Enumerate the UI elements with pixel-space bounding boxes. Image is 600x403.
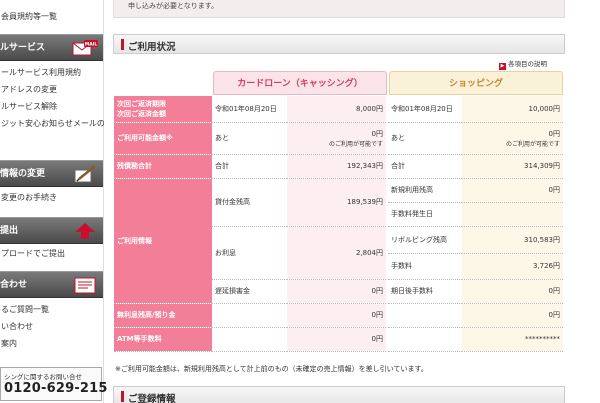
sidebar-section-title: 合わせ [0,280,28,290]
shop-due-amount: 10,000円 [462,96,563,123]
arrow-right-icon: ▶ [499,63,506,70]
shop-overdue-label: 期日後手数料 [386,279,462,304]
row-header-interest-free: 無利息残高/預り金 [114,303,212,328]
sidebar-link-guide[interactable]: 案内 [0,335,104,352]
shop-revolving-label: リボルビング残高 [386,226,462,254]
sidebar: 会員規約等一覧 ルサービス MAIL ールサービス利用規約 アドレスの変更 ルサ… [0,0,107,403]
main-content: 申し込みが必要となります。 ご利用状況 ▶ 各項目の説明 カードローン（キャッシン… [113,0,565,403]
registration-title: ご登録情報 [128,394,176,403]
loan-interest-free-empty [212,303,287,328]
loan-available-note: のご利用が可能です [328,140,383,148]
shop-fee-date-label: 手数料発生日 [386,202,462,227]
sidebar-link-mail-cancel[interactable]: ルサービス解除 [0,98,104,115]
contact-label: シングに関するお問い合せ [4,373,82,381]
table-row-balance: 残債務合計 合計 192,343円 合計 314,309円 [114,154,563,179]
shop-atm-value: ********** [462,327,563,352]
sidebar-link-faq[interactable]: るご質問一覧 [0,301,104,318]
row-header-due: 次回ご返済期限 次回ご返済金額 [114,96,212,123]
upload-icon [75,223,95,239]
shop-fee-value: 3,726円 [462,253,563,280]
sidebar-section-title: 情報の変更 [0,169,46,179]
shop-revolving-value: 310,583円 [462,226,563,254]
loan-interest-free-value: 0円 [287,303,387,328]
shop-available-cell: 0円 のご利用が可能です [462,122,563,155]
loan-late-value: 0円 [287,279,387,304]
sidebar-link-change-procedure[interactable]: 変更のお手続き [0,189,104,206]
shop-fee-label: 手数料 [386,253,462,280]
sidebar-section-title: 提出 [0,226,19,236]
table-row-due: 次回ご返済期限 次回ご返済金額 令和01年08月20日 8,000円 令和01年… [114,96,563,123]
shopping-column-header: ショッピング [389,71,563,95]
contact-phone[interactable]: 0120-629-215 [1,381,107,396]
sidebar-link-mail-terms[interactable]: ールサービス利用規約 [0,64,104,81]
usage-title: ご利用状況 [128,42,176,53]
table-row-available: ご利用可能金額※ あと 0円 のご利用が可能です あと 0円 のご利用が可能です [114,122,563,155]
shop-available-note: のご利用が可能です [505,140,560,148]
loan-available-amount: 0円 [371,129,383,138]
loan-late-label: 遅延損害金 [212,279,287,304]
footnote: ※ご利用可能金額は、新規利用残高として計上前のもの（未確定の売上情報）を差し引い… [115,365,428,373]
table-row-info: ご利用情報 貸付金残高 189,539円 新規利用残高 0円 [114,178,563,304]
loan-due-amount: 8,000円 [287,96,387,123]
usage-section-header: ご利用状況 [113,34,565,54]
sidebar-link-security-mail[interactable]: ジット安心お知らせメールの [0,115,104,132]
loan-atm-empty [212,327,287,352]
heading-marker [121,391,124,402]
shop-balance-value: 314,309円 [462,154,563,179]
sidebar-link-contact[interactable]: い合わせ [0,318,104,335]
loan-due-date: 令和01年08月20日 [212,96,287,123]
registration-section-header: ご登録情報 [113,386,565,403]
loan-principal-value: 189,539円 [287,178,387,227]
shop-interest-free-empty [386,303,462,328]
pen-icon [74,165,96,183]
mail-badge: MAIL [85,42,98,48]
shop-balance-label: 合計 [386,154,462,179]
sidebar-section-inquiry[interactable]: 合わせ [0,271,103,298]
loan-principal-label: 貸付金残高 [212,178,287,227]
explain-link[interactable]: ▶ 各項目の説明 [499,58,547,70]
table-row-atm: ATM等手数料 0円 ********** [114,327,563,352]
sidebar-section-title: ルサービス [0,43,46,53]
loan-available-label: あと [212,122,287,155]
sidebar-section-mail[interactable]: ルサービス MAIL [0,34,103,61]
loan-balance-value: 192,343円 [287,154,387,179]
sidebar-link-address-change[interactable]: アドレスの変更 [0,81,104,98]
row-header-available: ご利用可能金額※ [114,122,212,155]
shop-interest-free-value: 0円 [462,303,563,328]
sidebar-link-terms[interactable]: 会員規約等一覧 [0,8,104,25]
row-header-info: ご利用情報 [114,178,212,304]
row-header-balance: 残債務合計 [114,154,212,179]
shop-new-value: 0円 [462,178,563,203]
top-note: 申し込みが必要となります。 [113,0,565,18]
loan-available-cell: 0円 のご利用が可能です [287,122,387,155]
shop-due-date: 令和01年08月20日 [386,96,462,123]
loan-column-header: カードローン（キャッシング） [213,71,387,95]
explain-link-label: 各項目の説明 [508,60,547,68]
shop-available-amount: 0円 [548,129,560,138]
top-note-text: 申し込みが必要となります。 [128,2,219,10]
sidebar-link-upload[interactable]: プロードでご提出 [0,245,104,262]
loan-interest-label: お利息 [212,226,287,280]
sidebar-section-info-change[interactable]: 情報の変更 [0,160,103,187]
sidebar-section-submit[interactable]: 提出 [0,217,103,244]
row-header-atm: ATM等手数料 [114,327,212,352]
shop-overdue-value: 0円 [462,279,563,304]
shop-available-label: あと [386,122,462,155]
usage-table: 次回ご返済期限 次回ご返済金額 令和01年08月20日 8,000円 令和01年… [114,96,563,352]
table-row-interest-free: 無利息残高/預り金 0円 0円 [114,303,563,328]
shop-atm-empty [386,327,462,352]
shop-fee-date-value [462,202,563,227]
loan-balance-label: 合計 [212,154,287,179]
loan-atm-value: 0円 [287,327,387,352]
contact-box: シングに関するお問い合せ 0120-629-215 [0,367,107,401]
faq-icon [74,277,96,294]
shop-new-label: 新規利用残高 [386,178,462,203]
heading-marker [121,39,124,50]
mail-icon: MAIL [72,40,98,56]
loan-interest-value: 2,804円 [287,226,387,280]
